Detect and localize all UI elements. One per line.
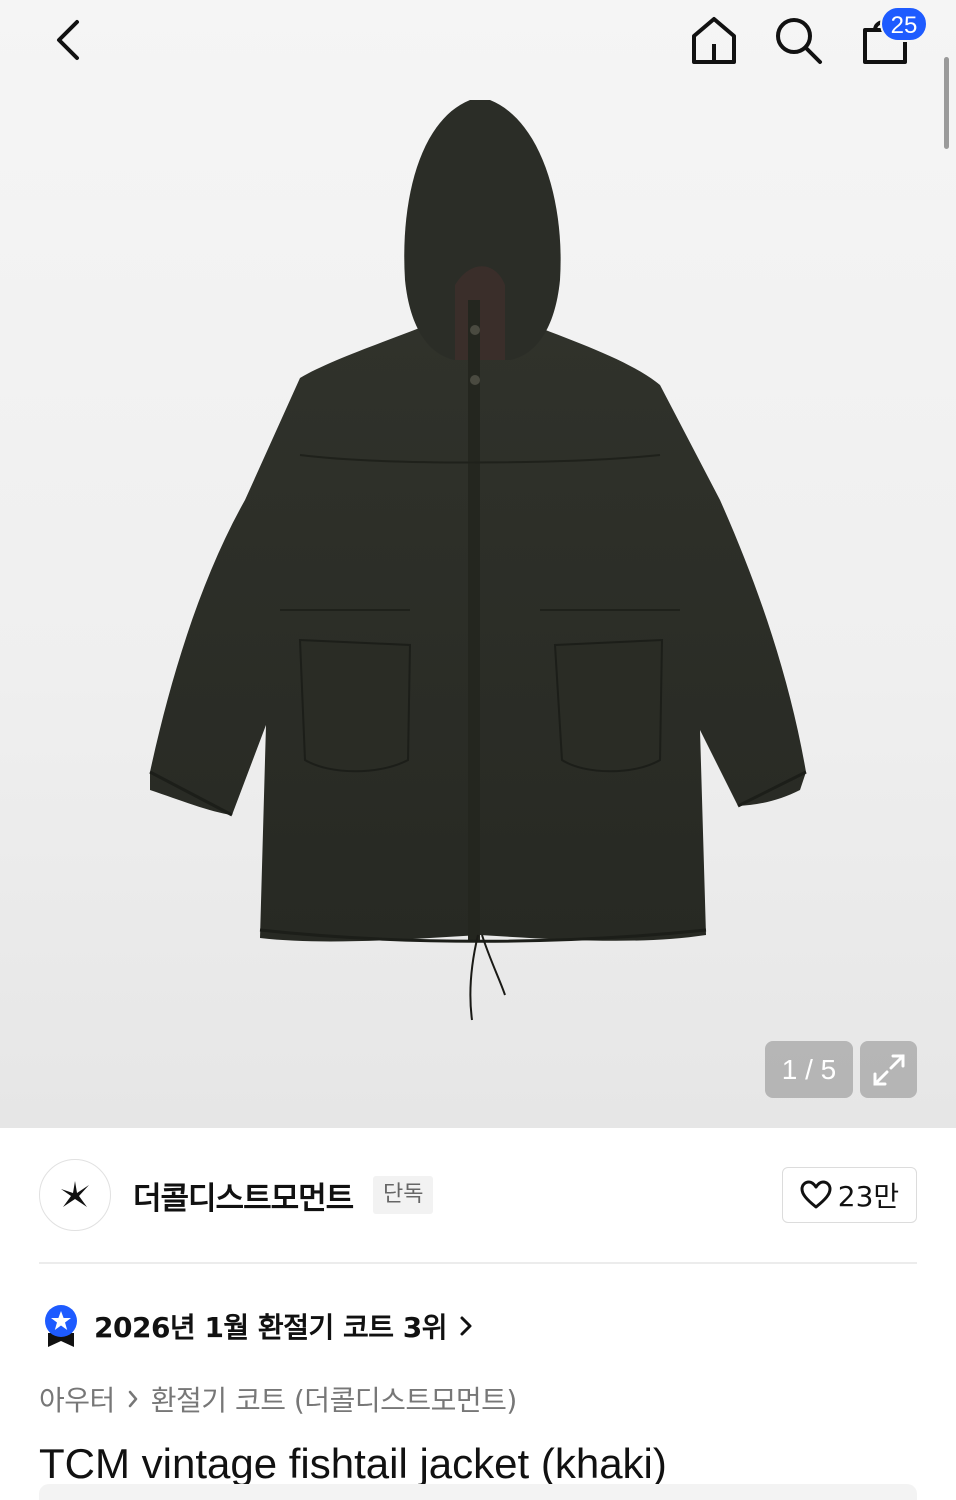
product-jacket-image bbox=[149, 100, 807, 1021]
home-icon[interactable] bbox=[686, 12, 742, 68]
brand-like-button[interactable]: 23만 bbox=[782, 1167, 917, 1223]
like-count: 23만 bbox=[837, 1180, 900, 1213]
chevron-right-icon bbox=[127, 1389, 139, 1409]
exclusive-tag: 단독 bbox=[373, 1176, 434, 1214]
brand-name[interactable]: 더콜디스트모먼트 bbox=[133, 1173, 354, 1218]
heart-icon bbox=[800, 1180, 832, 1209]
divider bbox=[39, 1262, 917, 1264]
next-section-edge bbox=[39, 1484, 917, 1500]
blue-star-medal-icon bbox=[45, 1305, 77, 1347]
chevron-left-icon[interactable] bbox=[44, 14, 92, 66]
ranking-link[interactable]: 2026년 1월 환절기 코트 3위 bbox=[42, 1302, 473, 1350]
search-icon[interactable] bbox=[770, 12, 826, 68]
image-pager: 1 / 5 bbox=[765, 1041, 853, 1098]
product-image-gallery[interactable]: 25 1 / 5 bbox=[0, 0, 956, 1128]
product-title: TCM vintage fishtail jacket (khaki) bbox=[39, 1440, 667, 1487]
breadcrumb: 아우터 환절기 코트 (더콜디스트모먼트) bbox=[39, 1378, 517, 1420]
breadcrumb-level1[interactable]: 아우터 bbox=[39, 1379, 115, 1419]
brand-logo[interactable] bbox=[39, 1159, 111, 1231]
cart-count-badge[interactable]: 25 bbox=[880, 6, 928, 42]
ranking-text: 2026년 1월 환절기 코트 3위 bbox=[94, 1311, 447, 1344]
brand-star-logo-icon bbox=[61, 1181, 89, 1207]
chevron-right-icon bbox=[459, 1315, 473, 1337]
expand-icon[interactable] bbox=[860, 1041, 917, 1098]
scrollbar[interactable] bbox=[944, 57, 949, 149]
breadcrumb-level2[interactable]: 환절기 코트 (더콜디스트모먼트) bbox=[151, 1379, 518, 1419]
